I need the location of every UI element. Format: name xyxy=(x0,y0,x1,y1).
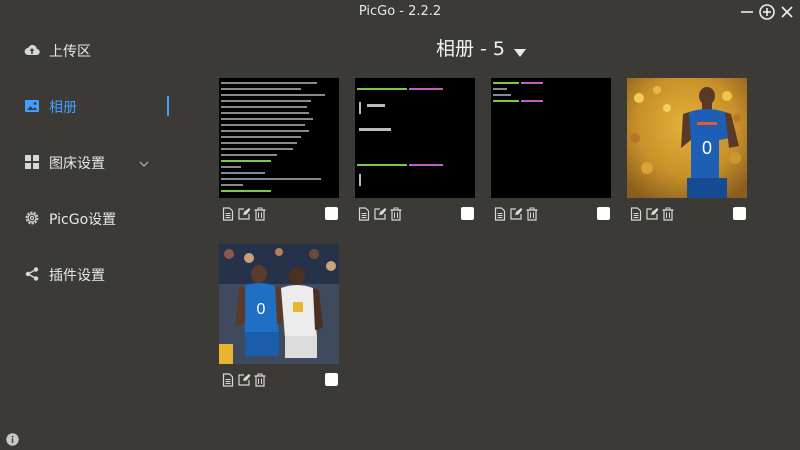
svg-text:0: 0 xyxy=(257,301,266,318)
sidebar-item-label: 插件设置 xyxy=(49,268,105,284)
sidebar-item-label: PicGo设置 xyxy=(49,212,117,228)
gear-icon xyxy=(24,210,40,226)
image-thumbnail[interactable]: 0 xyxy=(219,244,339,364)
caret-down-icon[interactable] xyxy=(514,42,526,57)
delete-icon[interactable] xyxy=(389,206,403,221)
title-bar: PicGo - 2.2.2 xyxy=(0,0,800,24)
edit-icon[interactable] xyxy=(509,206,523,220)
gallery-card xyxy=(219,78,339,228)
minimize-icon[interactable] xyxy=(738,3,756,21)
sidebar-item-gallery[interactable]: 相册 xyxy=(0,86,180,126)
document-icon[interactable] xyxy=(357,206,371,221)
close-icon[interactable] xyxy=(778,3,796,21)
image-icon xyxy=(24,98,40,114)
document-icon[interactable] xyxy=(493,206,507,221)
select-checkbox[interactable] xyxy=(597,207,610,220)
gallery-card: 0 xyxy=(219,244,339,394)
sidebar-item-label: 上传区 xyxy=(49,44,91,60)
gallery-title: 相册 - 5 xyxy=(436,38,506,60)
active-indicator xyxy=(167,96,169,116)
grid-icon xyxy=(24,154,40,170)
edit-icon[interactable] xyxy=(373,206,387,220)
image-thumbnail[interactable]: 0 xyxy=(627,78,747,198)
chevron-down-icon[interactable] xyxy=(138,155,150,167)
info-icon[interactable] xyxy=(6,431,19,446)
sidebar-item-plugin-settings[interactable]: 插件设置 xyxy=(0,254,180,294)
edit-icon[interactable] xyxy=(237,206,251,220)
edit-icon[interactable] xyxy=(645,206,659,220)
select-checkbox[interactable] xyxy=(733,207,746,220)
gallery-card xyxy=(491,78,611,228)
delete-icon[interactable] xyxy=(253,206,267,221)
sidebar-item-picgo-settings[interactable]: PicGo设置 xyxy=(0,198,180,238)
delete-icon[interactable] xyxy=(661,206,675,221)
maximize-icon[interactable] xyxy=(758,3,776,21)
select-checkbox[interactable] xyxy=(325,373,338,386)
sidebar-item-label: 相册 xyxy=(49,100,77,116)
select-checkbox[interactable] xyxy=(461,207,474,220)
svg-text:0: 0 xyxy=(702,138,712,158)
delete-icon[interactable] xyxy=(253,372,267,387)
document-icon[interactable] xyxy=(629,206,643,221)
sidebar: 上传区 相册 图床设置 PicGo设置 插件设置 xyxy=(0,24,180,450)
gallery-card xyxy=(355,78,475,228)
select-checkbox[interactable] xyxy=(325,207,338,220)
image-thumbnail[interactable] xyxy=(219,78,339,198)
sidebar-item-picbed-settings[interactable]: 图床设置 xyxy=(0,142,180,182)
sidebar-item-upload[interactable]: 上传区 xyxy=(0,30,180,70)
sidebar-item-label: 图床设置 xyxy=(49,156,105,172)
app-title: PicGo - 2.2.2 xyxy=(358,4,442,19)
edit-icon[interactable] xyxy=(237,372,251,386)
image-thumbnail[interactable] xyxy=(491,78,611,198)
gallery-card: 0 xyxy=(627,78,747,228)
share-icon xyxy=(24,266,40,282)
image-thumbnail[interactable] xyxy=(355,78,475,198)
document-icon[interactable] xyxy=(221,372,235,387)
document-icon[interactable] xyxy=(221,206,235,221)
delete-icon[interactable] xyxy=(525,206,539,221)
cloud-upload-icon xyxy=(24,42,40,58)
